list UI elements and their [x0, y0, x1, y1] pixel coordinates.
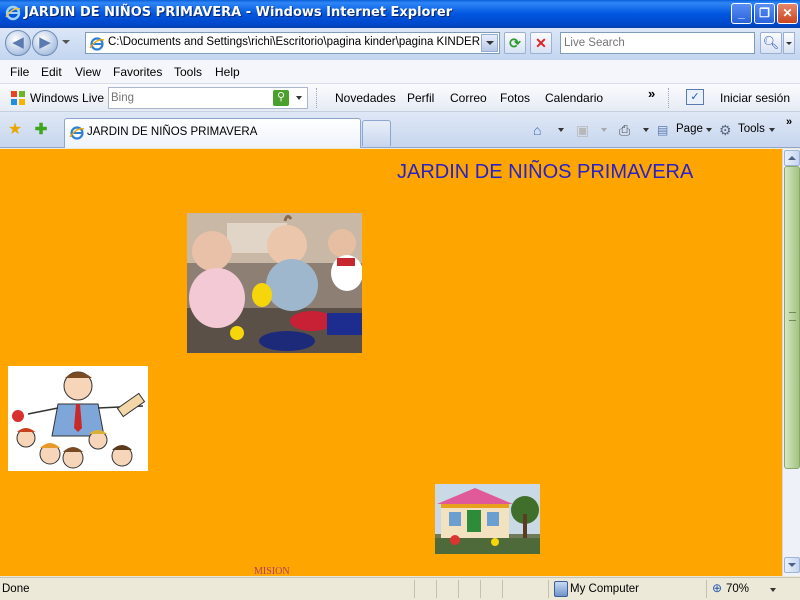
security-zone[interactable]: My Computer [570, 583, 639, 595]
link-correo[interactable]: Correo [450, 91, 487, 105]
status-text: Done [2, 583, 30, 595]
minimize-button[interactable]: _ [731, 3, 752, 24]
add-favorite-icon[interactable]: ✚ [32, 121, 50, 139]
scroll-down-button[interactable] [784, 557, 800, 573]
link-novedades[interactable]: Novedades [335, 91, 396, 105]
page-menu[interactable]: Page [676, 123, 703, 135]
refresh-icon: ⟳ [509, 35, 521, 51]
tab-label: JARDIN DE NIÑOS PRIMAVERA [87, 126, 258, 138]
search-button[interactable]: 🔍︎ [760, 32, 782, 54]
link-fotos[interactable]: Fotos [500, 91, 530, 105]
vertical-scrollbar[interactable] [782, 149, 800, 576]
status-bar: Done My Computer ⊕ 70% [0, 577, 800, 600]
zoom-dropdown[interactable] [770, 588, 776, 592]
menu-help[interactable]: Help [215, 65, 240, 79]
page-title: JARDIN DE NIÑOS PRIMAVERA [397, 161, 694, 183]
new-tab-button[interactable] [362, 120, 391, 146]
live-search-box[interactable] [560, 32, 755, 54]
tools-menu[interactable]: Tools [738, 123, 765, 135]
windows-live-toolbar: Windows Live ⚲ Novedades Perfil Correo F… [0, 84, 800, 112]
print-icon[interactable]: ⎙ [619, 122, 630, 139]
page-dropdown[interactable] [706, 128, 712, 132]
search-options-dropdown[interactable] [783, 32, 795, 54]
print-dropdown[interactable] [643, 128, 649, 132]
ie-logo-icon [5, 5, 21, 21]
close-button[interactable]: ✕ [777, 3, 798, 24]
babies-photo [187, 213, 362, 353]
scroll-thumb[interactable] [784, 166, 800, 469]
tools-dropdown[interactable] [769, 128, 775, 132]
page-icon: ▤ [657, 123, 669, 137]
menu-tools[interactable]: Tools [174, 65, 202, 79]
school-building-photo [435, 484, 540, 554]
bing-search-button[interactable]: ⚲ [273, 90, 289, 106]
search-icon: 🔍︎ [762, 35, 780, 50]
forward-arrow-icon: ▶ [39, 34, 51, 51]
recent-pages-dropdown[interactable] [62, 40, 70, 44]
search-icon: ⚲ [276, 91, 286, 103]
windows-live-icon [11, 91, 25, 105]
rss-feeds-icon[interactable]: ▣ [576, 122, 589, 139]
bing-search-input[interactable] [111, 89, 271, 107]
address-text[interactable]: C:\Documents and Settings\richi\Escritor… [108, 36, 483, 48]
stop-icon: ✕ [535, 35, 547, 51]
tools-gear-icon: ⚙ [719, 122, 732, 138]
windows-live-menu[interactable]: Windows Live [30, 91, 104, 105]
zoom-level[interactable]: 70% [726, 583, 749, 595]
title-bar: JARDIN DE NIÑOS PRIMAVERA - Windows Inte… [0, 0, 800, 28]
computer-icon [554, 581, 568, 597]
zoom-magnifier-icon: ⊕ [712, 581, 723, 595]
page-viewport[interactable]: JARDIN DE NIÑOS PRIMAVERA MISION [0, 149, 782, 576]
status-cell [436, 580, 458, 598]
maximize-button[interactable]: ❐ [754, 3, 775, 24]
toolbar-separator [668, 88, 670, 108]
children-clipart [8, 366, 148, 471]
bing-options-dropdown[interactable] [296, 96, 302, 100]
menu-file[interactable]: File [10, 65, 29, 79]
forward-button[interactable]: ▶ [32, 30, 58, 56]
back-arrow-icon: ◀ [12, 34, 24, 51]
status-cell [502, 580, 524, 598]
bing-search-box[interactable]: ⚲ [108, 87, 308, 109]
link-perfil[interactable]: Perfil [407, 91, 434, 105]
address-row: ◀ ▶ C:\Documents and Settings\richi\Escr… [0, 28, 800, 60]
menu-bar: File Edit View Favorites Tools Help [0, 60, 800, 84]
more-tools-chevron-icon[interactable]: » [786, 116, 792, 128]
status-cell [414, 580, 436, 598]
ie-page-icon [69, 126, 85, 140]
link-calendario[interactable]: Calendario [545, 91, 603, 105]
window-title: JARDIN DE NIÑOS PRIMAVERA - Windows Inte… [24, 5, 453, 20]
live-search-input[interactable] [561, 33, 751, 53]
more-links-chevron-icon[interactable]: » [648, 86, 655, 101]
scroll-up-button[interactable] [784, 150, 800, 166]
address-field[interactable]: C:\Documents and Settings\richi\Escritor… [85, 32, 500, 54]
status-cell [458, 580, 480, 598]
menu-edit[interactable]: Edit [41, 65, 62, 79]
home-icon[interactable]: ⌂ [533, 122, 541, 138]
tab-jardin[interactable]: JARDIN DE NIÑOS PRIMAVERA [64, 118, 361, 148]
menu-favorites[interactable]: Favorites [113, 65, 162, 79]
signin-link[interactable]: Iniciar sesión [720, 91, 790, 105]
toolbar-separator [316, 88, 318, 108]
menu-view[interactable]: View [75, 65, 101, 79]
address-dropdown[interactable] [481, 34, 498, 52]
signin-check-icon[interactable]: ✓ [686, 89, 704, 105]
home-dropdown[interactable] [558, 128, 564, 132]
feeds-dropdown[interactable] [601, 128, 607, 132]
tab-row: ★ ✚ JARDIN DE NIÑOS PRIMAVERA ⌂ ▣ ⎙ ▤ Pa… [0, 112, 800, 148]
back-button[interactable]: ◀ [5, 30, 31, 56]
mision-heading: MISION [254, 566, 290, 576]
status-cell [480, 580, 502, 598]
ie-page-icon [89, 37, 105, 51]
favorites-star-icon[interactable]: ★ [6, 121, 24, 139]
refresh-button[interactable]: ⟳ [504, 32, 526, 54]
stop-button[interactable]: ✕ [530, 32, 552, 54]
